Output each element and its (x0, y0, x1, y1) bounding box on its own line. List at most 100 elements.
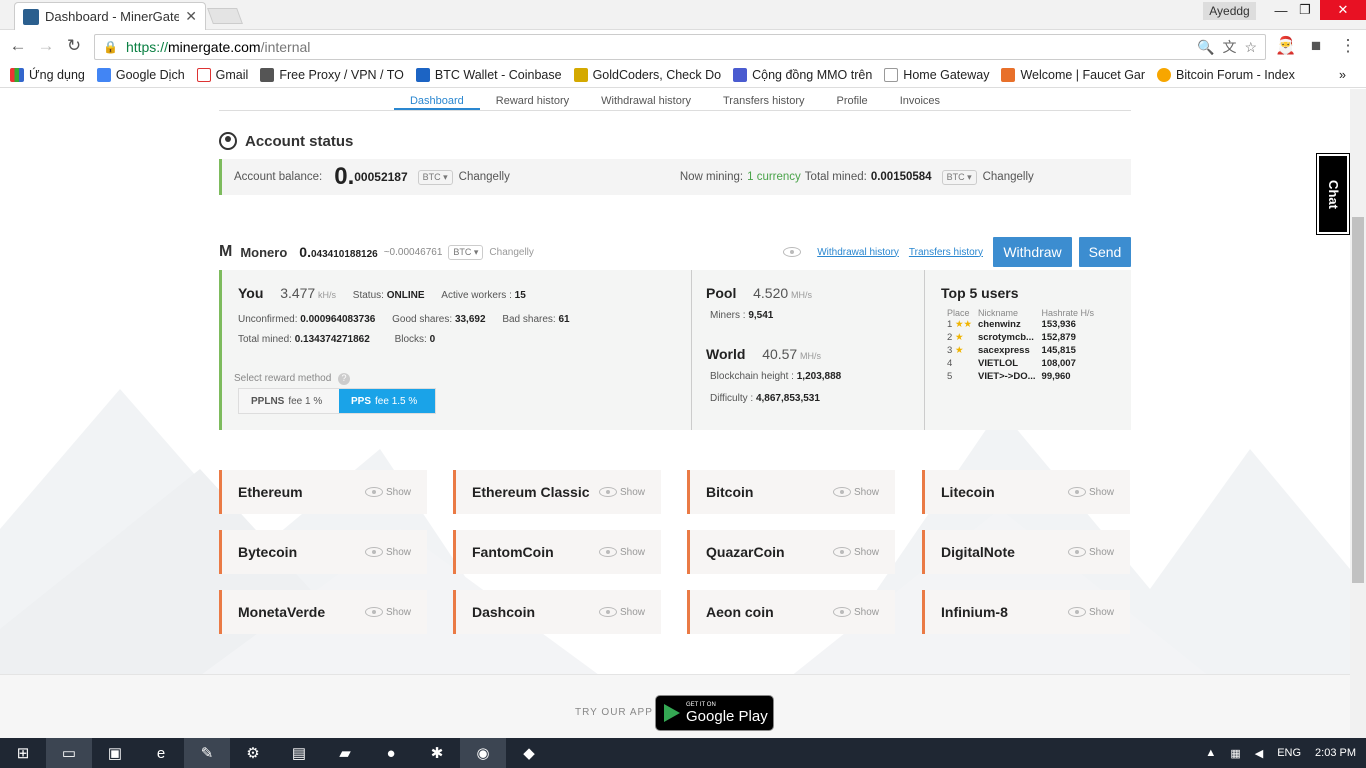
extension-2-icon[interactable]: ■ (1302, 32, 1330, 60)
bookmark-free-proxy[interactable]: Free Proxy / VPN / TO (260, 67, 404, 82)
bookmark-home-gateway[interactable]: Home Gateway (884, 67, 989, 82)
back-icon[interactable]: ← (4, 32, 32, 60)
withdrawal-history-link[interactable]: Withdrawal history (817, 247, 899, 258)
restore-icon[interactable]: ❐ (1290, 0, 1320, 20)
google-play-label: Google Play (686, 707, 768, 725)
chrome-icon[interactable]: ◉ (460, 738, 506, 768)
folder-icon[interactable]: ▰ (322, 738, 368, 768)
coin-card-litecoin[interactable]: Litecoin Show (922, 470, 1130, 514)
show-toggle[interactable]: Show (832, 487, 879, 498)
scrollbar-thumb[interactable] (1352, 217, 1364, 583)
show-toggle[interactable]: Show (364, 607, 411, 618)
close-window-icon[interactable]: ✕ (1320, 0, 1366, 20)
total-mined-label: Total mined: (804, 171, 867, 183)
coin-card-monetaverde[interactable]: MonetaVerde Show (219, 590, 427, 634)
notepad-icon[interactable]: ✎ (184, 738, 230, 768)
remote-icon[interactable]: ▤ (276, 738, 322, 768)
hide-eye-icon[interactable] (783, 247, 802, 257)
total-currency-select[interactable]: BTC ▾ (941, 169, 977, 185)
monero-changelly-link[interactable]: Changelly (489, 247, 533, 258)
tab-withdrawal-history[interactable]: Withdrawal history (585, 89, 707, 110)
show-toggle[interactable]: Show (598, 547, 645, 558)
monero-currency-select[interactable]: BTC ▾ (448, 244, 484, 260)
clock[interactable]: 2:03 PM (1315, 747, 1356, 759)
settings-gear-icon[interactable]: ✱ (414, 738, 460, 768)
tab-profile[interactable]: Profile (821, 89, 884, 110)
tab-transfers-history[interactable]: Transfers history (707, 89, 821, 110)
firefox-icon[interactable]: ● (368, 738, 414, 768)
coin-card-fantomcoin[interactable]: FantomCoin Show (453, 530, 661, 574)
show-toggle[interactable]: Show (364, 547, 411, 558)
help-icon[interactable]: ? (338, 373, 351, 385)
now-mining-link[interactable]: 1 currency (747, 171, 801, 183)
app-icon[interactable]: ▣ (92, 738, 138, 768)
bookmark-faucet[interactable]: Welcome | Faucet Gar (1001, 67, 1145, 82)
bookmark-goldcoders[interactable]: GoldCoders, Check Do (573, 67, 721, 82)
bookmark-gmail[interactable]: Gmail (196, 67, 248, 82)
new-tab-button[interactable] (207, 8, 243, 24)
bookmarks-overflow-icon[interactable]: » (1339, 68, 1346, 82)
ie-icon[interactable]: e (138, 738, 184, 768)
network-icon[interactable]: ▦ (1230, 747, 1240, 760)
show-toggle[interactable]: Show (598, 607, 645, 618)
send-button[interactable]: Send (1079, 237, 1131, 267)
reload-icon[interactable]: ↻ (60, 32, 88, 60)
browser-tab[interactable]: Dashboard - MinerGate.c ✕ (14, 2, 206, 30)
you-label: You (238, 285, 264, 301)
extension-icon[interactable]: 🎅 (1272, 32, 1300, 60)
file-explorer-icon[interactable]: ▭ (46, 738, 92, 768)
withdraw-button[interactable]: Withdraw (993, 237, 1072, 267)
profile-user-chip[interactable]: Ayeddg (1203, 2, 1256, 20)
account-balance-bar: Account balance: 0. 00052187 BTC ▾ Chang… (219, 159, 1131, 195)
coin-card-ethereum-classic[interactable]: Ethereum Classic Show (453, 470, 661, 514)
coin-card-bitcoin[interactable]: Bitcoin Show (687, 470, 895, 514)
coin-card-quazarcoin[interactable]: QuazarCoin Show (687, 530, 895, 574)
eye-icon (832, 487, 851, 497)
show-toggle[interactable]: Show (832, 607, 879, 618)
pps-option[interactable]: PPS fee 1.5 % (339, 389, 435, 413)
transfers-history-link[interactable]: Transfers history (909, 247, 983, 258)
coin-card-ethereum[interactable]: Ethereum Show (219, 470, 427, 514)
workers-label: Active workers : (441, 290, 512, 301)
currency-select[interactable]: BTC ▾ (417, 169, 453, 185)
volume-icon[interactable]: ◀ (1255, 747, 1263, 760)
coin-card-digitalnote[interactable]: DigitalNote Show (922, 530, 1130, 574)
bookmark-star-icon[interactable]: ☆ (1244, 39, 1257, 56)
windows-start-icon[interactable]: ⊞ (0, 738, 46, 768)
show-toggle[interactable]: Show (598, 487, 645, 498)
tab-dashboard[interactable]: Dashboard (393, 89, 480, 110)
show-toggle[interactable]: Show (832, 547, 879, 558)
address-bar[interactable]: 🔒 https://minergate.com/internal 🔍 文 ☆ (94, 34, 1266, 60)
coin-card-dashcoin[interactable]: Dashcoin Show (453, 590, 661, 634)
forward-icon[interactable]: → (32, 32, 60, 60)
tab-invoices[interactable]: Invoices (884, 89, 956, 110)
show-toggle[interactable]: Show (1067, 547, 1114, 558)
show-toggle[interactable]: Show (1067, 487, 1114, 498)
google-play-badge[interactable]: GET IT ON Google Play (655, 695, 774, 731)
bookmark-apps[interactable]: Ứng dụng (10, 67, 85, 82)
bookmark-mmo[interactable]: Cộng đồng MMO trên (733, 67, 872, 82)
coin-card-infinium-8[interactable]: Infinium-8 Show (922, 590, 1130, 634)
show-toggle[interactable]: Show (364, 487, 411, 498)
coin-card-aeon-coin[interactable]: Aeon coin Show (687, 590, 895, 634)
game-icon[interactable]: ◆ (506, 738, 552, 768)
bookmark-bitcoin-forum[interactable]: Bitcoin Forum - Index (1157, 67, 1295, 82)
zoom-icon[interactable]: 🔍 (1197, 39, 1214, 56)
tray-chevron-icon[interactable]: ▲ (1205, 747, 1216, 759)
total-changelly-link[interactable]: Changelly (983, 171, 1034, 183)
bookmark-coinbase[interactable]: BTC Wallet - Coinbase (415, 67, 562, 82)
page-scrollbar[interactable] (1350, 89, 1366, 738)
tab-reward-history[interactable]: Reward history (480, 89, 585, 110)
network-tool-icon[interactable]: ⚙ (230, 738, 276, 768)
translate-icon[interactable]: 文 (1222, 37, 1236, 57)
chat-button[interactable]: Chat (1316, 153, 1350, 235)
pplns-option[interactable]: PPLNS fee 1 % (239, 389, 339, 413)
menu-icon[interactable]: ⋮ (1334, 32, 1362, 60)
lang-indicator[interactable]: ENG (1277, 747, 1301, 759)
changelly-link[interactable]: Changelly (459, 171, 510, 183)
tab-close-icon[interactable]: ✕ (185, 8, 197, 25)
bookmark-google-translate[interactable]: Google Dịch (96, 67, 185, 82)
show-toggle[interactable]: Show (1067, 607, 1114, 618)
coin-card-bytecoin[interactable]: Bytecoin Show (219, 530, 427, 574)
windows-taskbar: ⊞ ▭ ▣ e ✎ ⚙ ▤ ▰ ● ✱ ◉ ◆ ▲ ▦ ◀ ENG 2:03 P… (0, 738, 1366, 768)
